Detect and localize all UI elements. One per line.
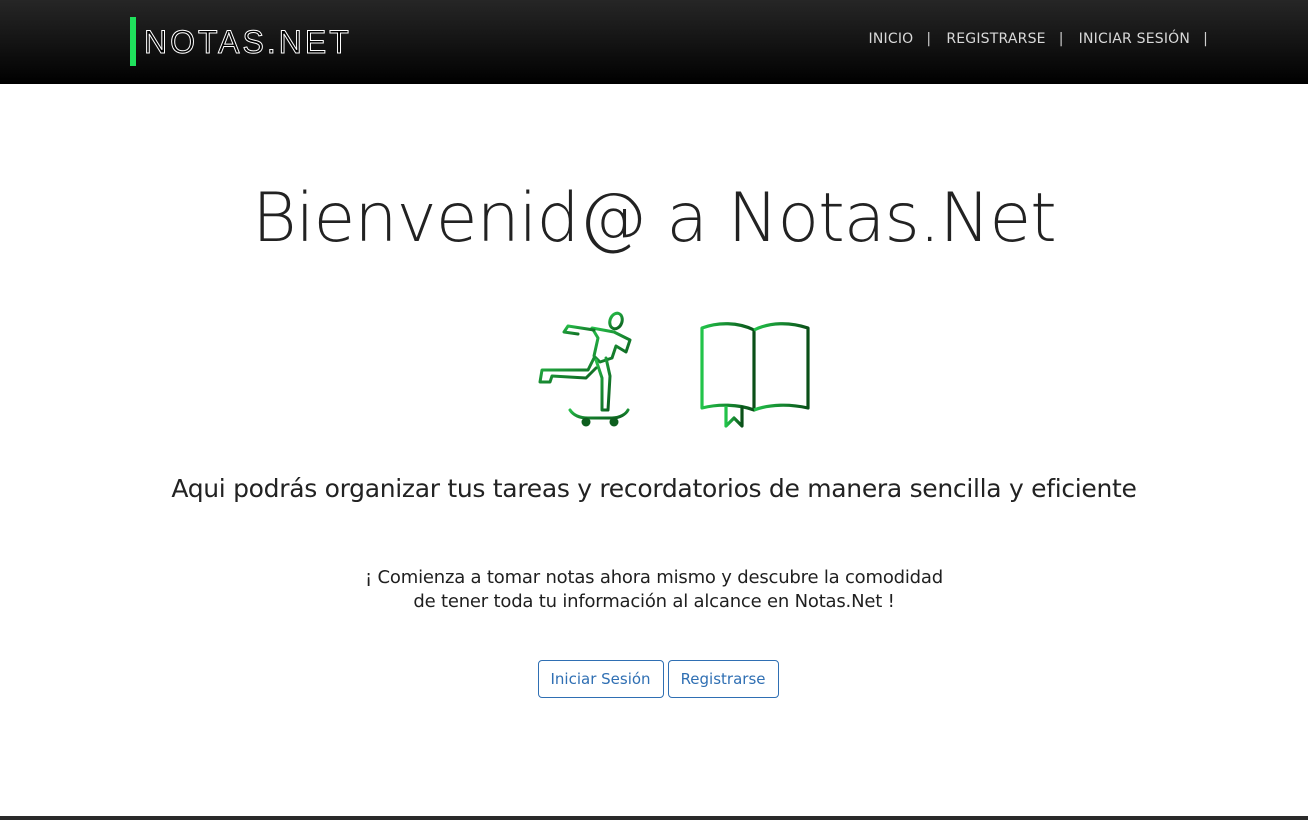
nav-link-iniciar-sesion[interactable]: INICIAR SESIÓN <box>1079 31 1190 47</box>
hero-illustrations <box>534 306 824 436</box>
open-book-icon <box>700 322 810 428</box>
nav-link-registrarse[interactable]: REGISTRARSE <box>946 31 1045 47</box>
skateboarder-icon <box>538 311 632 427</box>
nav-link-inicio[interactable]: INICIO <box>869 31 914 47</box>
brand-logo[interactable]: NOTAS.NET <box>130 17 352 66</box>
hero-description-line-2: de tener toda tu información al alcance … <box>413 591 895 612</box>
hero-actions: Iniciar Sesión Registrarse <box>0 660 1308 698</box>
login-button[interactable]: Iniciar Sesión <box>537 660 664 698</box>
brand-name: NOTAS.NET <box>144 24 352 60</box>
hero-description: ¡ Comienza a tomar notas ahora mismo y d… <box>0 566 1308 614</box>
footer-divider <box>0 816 1308 820</box>
hero-subtitle: Aqui podrás organizar tus tareas y recor… <box>171 474 1137 503</box>
top-navbar: NOTAS.NET INICIO | REGISTRARSE | INICIAR… <box>0 0 1308 84</box>
hero-description-line-1: ¡ Comienza a tomar notas ahora mismo y d… <box>365 567 943 588</box>
page-title: Bienvenid@ a Notas.Net <box>252 179 1057 258</box>
nav-separator: | <box>926 31 932 47</box>
register-button[interactable]: Registrarse <box>667 660 779 698</box>
nav-separator: | <box>1058 31 1064 47</box>
nav-menu: INICIO | REGISTRARSE | INICIAR SESIÓN | <box>869 31 1208 47</box>
nav-separator: | <box>1203 31 1208 47</box>
brand-accent-bar <box>130 17 136 66</box>
